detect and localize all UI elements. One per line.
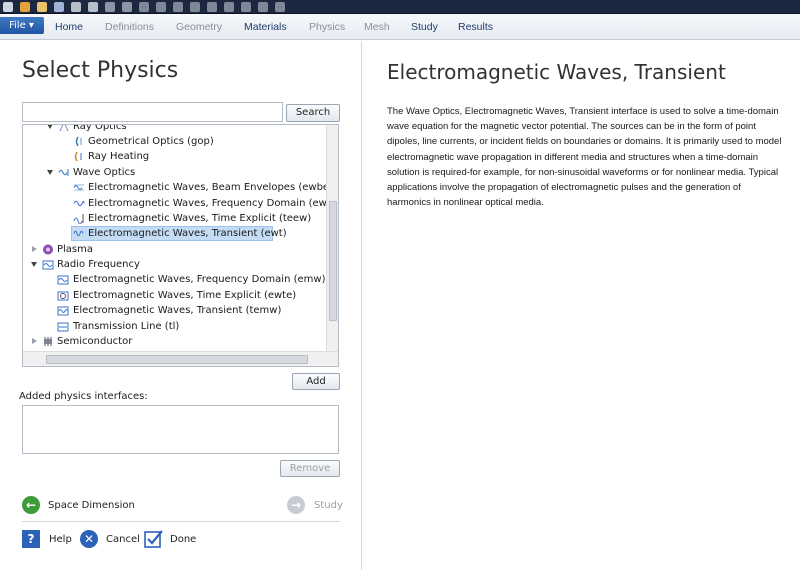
cancel-label: Cancel	[106, 534, 140, 545]
space-dimension-label: Space Dimension	[48, 500, 135, 511]
tree-item-semiconductor[interactable]: Semiconductor	[23, 334, 323, 349]
tree-item-ray-heating[interactable]: Ray Heating	[23, 149, 323, 164]
done-check-icon	[144, 530, 163, 548]
tree-item-radio-frequency[interactable]: Radio Frequency	[23, 257, 323, 272]
app-icon[interactable]	[3, 2, 13, 12]
cancel-button[interactable]: ✕ Cancel	[80, 529, 142, 549]
plot-icon[interactable]	[207, 2, 217, 12]
semiconductor-icon	[44, 337, 52, 346]
transmission-line-icon	[57, 322, 69, 332]
horizontal-scrollbar[interactable]	[23, 351, 338, 366]
ray-heating-icon	[74, 151, 82, 162]
radio-frequency-icon	[42, 260, 54, 270]
redo-icon[interactable]	[88, 2, 98, 12]
time-explicit-icon	[73, 214, 84, 224]
tab-mesh[interactable]: Mesh	[364, 21, 390, 33]
vertical-scrollbar[interactable]	[326, 125, 338, 351]
tab-home[interactable]: Home	[55, 21, 83, 33]
temw-transient-icon	[57, 306, 69, 316]
vertical-scroll-thumb[interactable]	[329, 201, 337, 321]
tab-materials[interactable]: Materials	[244, 21, 287, 33]
ribbon: File ▾ Home Definitions Geometry Materia…	[0, 14, 800, 40]
new-icon[interactable]	[20, 2, 30, 12]
tab-results[interactable]: Results	[458, 21, 493, 33]
tree-item-ray-optics[interactable]: Ray Optics	[23, 125, 323, 134]
study-icon[interactable]	[190, 2, 200, 12]
page-title: Select Physics	[22, 58, 179, 83]
forward-arrow-icon: →	[287, 496, 305, 514]
ewte-time-icon	[57, 291, 69, 301]
collapse-arrow-icon[interactable]	[32, 246, 37, 252]
options-icon[interactable]	[241, 2, 251, 12]
tree-item-time-explicit-teew[interactable]: Electromagnetic Waves, Time Explicit (te…	[23, 211, 323, 226]
help-button[interactable]: ? Help	[22, 529, 74, 549]
tab-study[interactable]: Study	[411, 21, 438, 33]
settings-icon[interactable]	[275, 2, 285, 12]
transient-icon	[73, 230, 84, 237]
help-toolbar-icon[interactable]	[258, 2, 268, 12]
interface-description: The Wave Optics, Electromagnetic Waves, …	[387, 106, 782, 209]
space-dimension-button[interactable]: ← Space Dimension	[22, 496, 152, 516]
description-panel: Electromagnetic Waves, Transient The Wav…	[363, 41, 800, 570]
added-interfaces-list[interactable]	[22, 405, 339, 454]
interface-title: Electromagnetic Waves, Transient	[387, 60, 726, 84]
geometrical-optics-icon	[75, 136, 82, 147]
window-icon[interactable]	[224, 2, 234, 12]
horizontal-scroll-thumb[interactable]	[46, 355, 308, 364]
added-interfaces-label: Added physics interfaces:	[19, 391, 148, 402]
tree-item-geometrical-optics[interactable]: Geometrical Optics (gop)	[23, 134, 323, 149]
remove-button[interactable]: Remove	[280, 460, 340, 477]
study-next-button[interactable]: → Study	[287, 496, 343, 516]
tab-definitions[interactable]: Definitions	[105, 21, 154, 33]
emw-frequency-icon	[57, 275, 69, 285]
study-label: Study	[314, 500, 343, 511]
tree-item-plasma[interactable]: Plasma	[23, 242, 323, 257]
expand-arrow-icon[interactable]	[31, 262, 37, 267]
build-icon[interactable]	[156, 2, 166, 12]
tree-item-frequency-domain-emw[interactable]: Electromagnetic Waves, Frequency Domain …	[23, 272, 325, 287]
tree-item-time-explicit-ewte[interactable]: Electromagnetic Waves, Time Explicit (ew…	[23, 288, 323, 303]
beam-envelopes-icon	[73, 184, 84, 191]
tab-geometry[interactable]: Geometry	[176, 21, 222, 33]
wave-optics-icon	[58, 169, 69, 176]
quick-access-toolbar	[0, 0, 800, 14]
tree-item-transmission-line[interactable]: Transmission Line (tl)	[23, 319, 323, 334]
select-physics-panel: Select Physics Search Ray Optics Geometr…	[0, 41, 362, 570]
collapse-arrow-icon[interactable]	[32, 338, 37, 344]
ray-optics-icon	[59, 125, 69, 132]
undo-icon[interactable]	[71, 2, 81, 12]
copy-icon[interactable]	[105, 2, 115, 12]
done-label: Done	[170, 534, 197, 545]
open-icon[interactable]	[37, 2, 47, 12]
tree-item-transient-ewt[interactable]: Electromagnetic Waves, Transient (ewt)	[23, 226, 323, 241]
back-arrow-icon: ←	[22, 496, 40, 514]
delete-icon[interactable]	[139, 2, 149, 12]
divider	[22, 521, 340, 522]
search-input[interactable]	[22, 102, 283, 122]
save-icon[interactable]	[54, 2, 64, 12]
help-label: Help	[49, 534, 72, 545]
done-button[interactable]: Done	[144, 529, 204, 551]
expand-arrow-icon[interactable]	[47, 125, 53, 129]
physics-tree[interactable]: Ray Optics Geometrical Optics (gop) Ray …	[22, 124, 339, 367]
add-button[interactable]: Add	[292, 373, 340, 390]
file-menu-button[interactable]: File ▾	[0, 17, 44, 34]
tree-item-beam-envelopes[interactable]: Electromagnetic Waves, Beam Envelopes (e…	[23, 180, 333, 195]
tab-physics[interactable]: Physics	[309, 21, 345, 33]
paste-icon[interactable]	[122, 2, 132, 12]
expand-arrow-icon[interactable]	[47, 170, 53, 175]
compute-icon[interactable]	[173, 2, 183, 12]
cancel-icon: ✕	[80, 530, 98, 548]
help-icon: ?	[22, 530, 40, 548]
wizard-navigation: ← Space Dimension → Study	[22, 496, 343, 516]
frequency-domain-icon	[73, 200, 85, 207]
tree-item-frequency-domain-ewfd[interactable]: Electromagnetic Waves, Frequency Domain …	[23, 196, 338, 211]
tree-item-transient-temw[interactable]: Electromagnetic Waves, Transient (temw)	[23, 303, 323, 318]
plasma-icon	[43, 244, 53, 255]
search-button[interactable]: Search	[286, 104, 340, 122]
tree-item-wave-optics[interactable]: Wave Optics	[23, 165, 323, 180]
dialog-actions: ? Help ✕ Cancel Done	[22, 529, 340, 551]
